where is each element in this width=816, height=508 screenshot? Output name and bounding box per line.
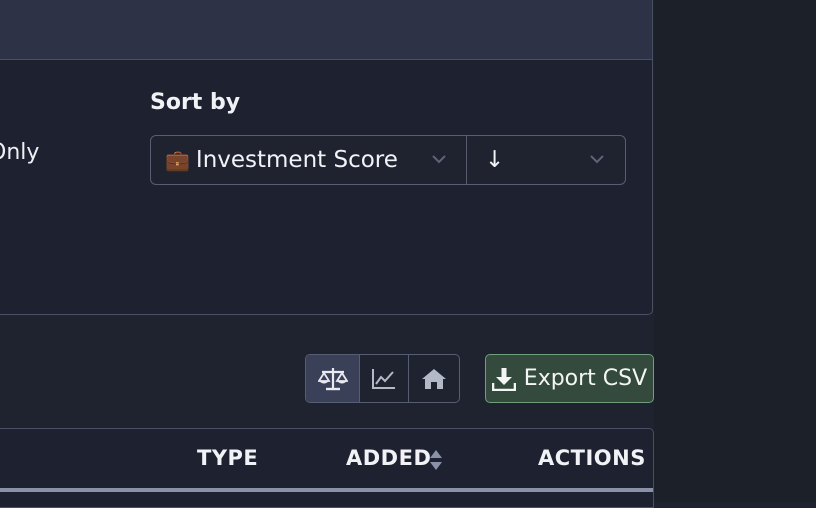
table-header-divider xyxy=(0,488,653,492)
line-chart-icon xyxy=(371,368,395,389)
column-header-type[interactable]: TYPE xyxy=(197,446,258,470)
home-icon xyxy=(421,368,446,389)
sort-direction-select[interactable]: ↓ xyxy=(467,136,625,184)
chevron-down-icon xyxy=(432,155,446,164)
chart-view-button[interactable] xyxy=(359,355,407,402)
only-filter-label[interactable]: Only xyxy=(0,140,39,165)
column-header-added[interactable]: ADDED xyxy=(346,446,431,470)
filter-panel: Only Sort by 💼 Investment Score ↓ xyxy=(0,0,653,315)
page-gutter xyxy=(654,0,816,502)
scale-icon xyxy=(317,367,348,390)
sort-direction-value: ↓ xyxy=(485,147,505,173)
sort-by-label: Sort by xyxy=(150,90,241,115)
column-header-actions: ACTIONS xyxy=(538,446,646,470)
home-view-button[interactable] xyxy=(407,355,459,402)
data-table: TYPE ADDED ACTIONS xyxy=(0,428,654,508)
sort-field-value: Investment Score xyxy=(195,147,398,173)
sort-arrows-icon[interactable] xyxy=(429,449,443,471)
compare-view-button[interactable] xyxy=(306,355,360,402)
view-toggle-group xyxy=(305,354,460,403)
download-icon xyxy=(491,367,516,391)
sort-select: 💼 Investment Score ↓ xyxy=(150,135,626,185)
briefcase-icon: 💼 xyxy=(165,148,190,172)
export-csv-label: Export CSV xyxy=(523,366,648,391)
chevron-down-icon xyxy=(590,155,604,164)
export-csv-button[interactable]: Export CSV xyxy=(485,354,654,403)
panel-header xyxy=(0,0,652,60)
sort-field-select[interactable]: 💼 Investment Score xyxy=(151,136,467,184)
